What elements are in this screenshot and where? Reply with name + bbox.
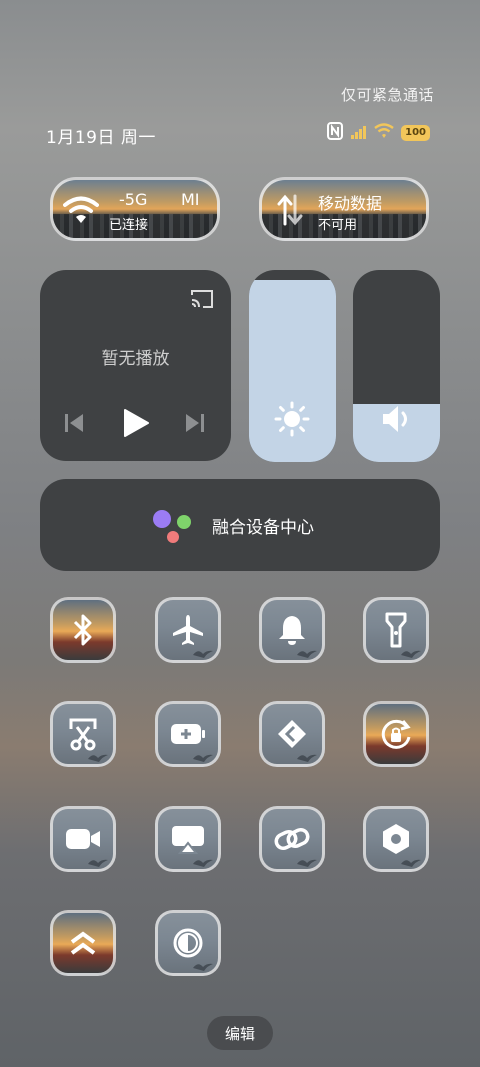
cast-icon[interactable] [189,288,215,314]
double-chevron-up-icon [53,913,113,973]
wallpaper-bird-icon [192,957,214,971]
bluetooth-icon [53,600,113,660]
wallpaper-bird-icon [192,748,214,762]
wallpaper-bird-icon [296,853,318,867]
wifi-ssid-label: MI [181,190,200,209]
bluetooth-tile[interactable] [50,597,116,663]
airplane-tile[interactable] [155,597,221,663]
nfc-icon [326,122,344,144]
screen-record-tile[interactable] [50,806,116,872]
wallpaper-bird-icon [87,853,109,867]
next-track-icon[interactable] [185,412,205,438]
flashlight-tile[interactable] [363,597,429,663]
speaker-icon [381,404,413,438]
rotation-lock-icon [366,704,426,764]
wifi-icon [63,195,99,229]
play-icon[interactable] [122,408,150,442]
wallpaper-bird-icon [296,644,318,658]
rotation-lock-tile[interactable] [363,701,429,767]
mobile-data-status: 不可用 [318,218,358,233]
mobile-data-toggle[interactable]: 移动数据 不可用 [259,177,429,241]
mobile-data-icon [276,194,304,230]
nearby-share-tile[interactable] [259,701,325,767]
wallpaper-bird-icon [400,853,422,867]
battery-indicator: 100 [401,125,430,141]
signal-icon [351,124,367,143]
wallpaper-bird-icon [87,748,109,762]
no-media-label: 暂无播放 [101,349,170,369]
wallpaper-bird-icon [192,853,214,867]
emergency-call-note: 仅可紧急通话 [340,86,434,104]
status-icons: 100 [326,122,430,144]
wifi-toggle[interactable]: -5G MI 已连接 [50,177,220,241]
sun-icon [274,401,310,441]
bell-tile[interactable] [259,597,325,663]
wallpaper-bird-icon [192,644,214,658]
device-center-panel[interactable]: 融合设备中心 [40,479,440,571]
brightness-slider[interactable] [249,270,336,462]
battery-saver-tile[interactable] [155,701,221,767]
settings-hex-tile[interactable] [363,806,429,872]
volume-slider[interactable] [353,270,440,462]
wifi-status-icon [374,123,394,143]
edit-button[interactable]: 编辑 [207,1016,273,1050]
screen-cast-tile[interactable] [155,806,221,872]
device-center-label: 融合设备中心 [212,518,314,538]
wallpaper-bird-icon [296,748,318,762]
screenshot-tile[interactable] [50,701,116,767]
device-center-logo-icon [152,509,194,549]
date-label: 1月19日 周一 [46,128,156,148]
wallpaper-bird-icon [400,644,422,658]
wifi-band-label: -5G [119,190,148,209]
media-player-panel[interactable]: 暂无播放 [40,270,231,461]
double-chevron-up-tile[interactable] [50,910,116,976]
mobile-data-label: 移动数据 [318,194,383,213]
wifi-status-label: 已连接 [109,218,149,233]
link-tile[interactable] [259,806,325,872]
previous-track-icon[interactable] [64,412,84,438]
dark-mode-tile[interactable] [155,910,221,976]
